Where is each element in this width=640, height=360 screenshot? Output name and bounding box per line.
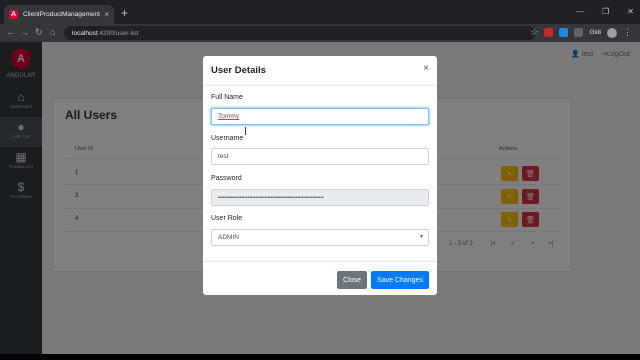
home-browser-icon[interactable]: ⌂: [50, 27, 55, 37]
tab-close-icon[interactable]: ×: [104, 10, 109, 19]
browser-tab[interactable]: A ClientProductManagement ×: [4, 5, 114, 24]
reload-icon[interactable]: ↻: [35, 27, 43, 38]
modal-footer: Close Save Changes: [203, 261, 437, 295]
modal-title: User Details: [211, 65, 266, 76]
user-details-modal: User Details × Full Name Tommy Username …: [203, 56, 437, 295]
password-label: Password: [211, 175, 242, 182]
star-icon[interactable]: ☆: [530, 27, 538, 38]
password-value: ••••••••••••••••••••••••••••••••••••••••…: [218, 194, 324, 201]
full-name-input[interactable]: Tommy: [211, 108, 429, 125]
extension-icon[interactable]: [559, 28, 569, 37]
new-tab-button[interactable]: +: [121, 7, 128, 19]
close-icon[interactable]: ×: [423, 63, 429, 74]
minimize-icon[interactable]: —: [576, 7, 584, 16]
user-role-select[interactable]: ADMIN ▼: [211, 229, 429, 246]
chevron-down-icon: ▼: [419, 234, 424, 240]
user-role-value: ADMIN: [218, 234, 239, 241]
url-path: :4200/user-list: [97, 29, 139, 37]
username-label: Username: [211, 135, 244, 142]
modal-header: User Details ×: [203, 56, 437, 86]
text-cursor: [245, 127, 246, 135]
menu-kebab-icon[interactable]: ⋮: [623, 27, 632, 38]
browser-titlebar: A ClientProductManagement × + — ❐ ✕: [0, 0, 640, 24]
close-button[interactable]: Close: [337, 271, 367, 289]
full-name-label: Full Name: [211, 94, 243, 101]
password-input: ••••••••••••••••••••••••••••••••••••••••…: [211, 189, 429, 206]
profile-name[interactable]: Gidi: [589, 29, 601, 36]
user-role-label: User Role: [211, 215, 243, 222]
url-input[interactable]: localhost:4200/user-list: [64, 26, 536, 40]
full-name-value: Tommy: [218, 113, 239, 120]
window-controls: — ❐ ✕: [576, 7, 634, 16]
extensions-area: ☆ Gidi ⋮: [530, 27, 632, 38]
close-window-icon[interactable]: ✕: [627, 7, 634, 16]
username-value: test: [218, 153, 229, 160]
avatar[interactable]: [607, 27, 617, 38]
save-changes-button[interactable]: Save Changes: [371, 271, 429, 289]
address-bar: ← → ↻ ⌂ localhost:4200/user-list ☆ Gidi …: [0, 24, 640, 42]
url-host: localhost: [72, 29, 98, 37]
maximize-icon[interactable]: ❐: [602, 7, 609, 16]
angular-favicon-icon: A: [9, 10, 18, 19]
forward-icon[interactable]: →: [20, 27, 29, 37]
extension-icon[interactable]: [574, 28, 584, 37]
tab-title: ClientProductManagement: [23, 11, 100, 18]
back-icon[interactable]: ←: [6, 27, 15, 37]
username-input[interactable]: test: [211, 148, 429, 165]
extension-icon[interactable]: [544, 28, 554, 37]
